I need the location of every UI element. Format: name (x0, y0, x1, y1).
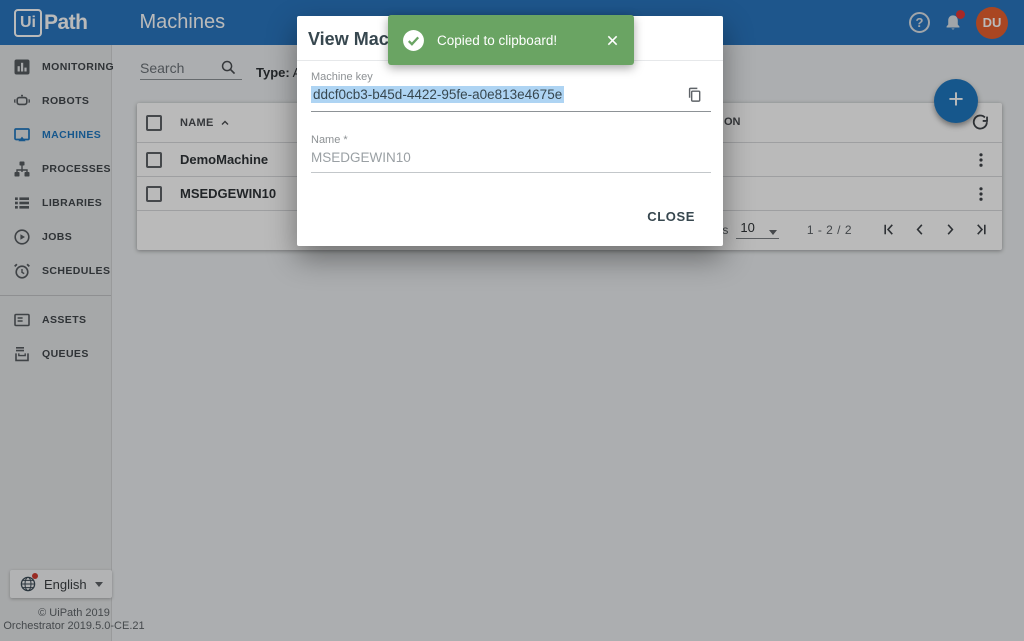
toast-notification: Copied to clipboard! (388, 15, 634, 65)
machine-key-value[interactable]: ddcf0cb3-b45d-4422-95fe-a0e813e4675e (311, 86, 565, 103)
close-button[interactable]: CLOSE (639, 203, 703, 230)
name-label: Name * (311, 134, 348, 146)
check-circle-icon (402, 29, 425, 52)
name-value: MSEDGEWIN10 (311, 150, 711, 173)
dialog-body: Machine key ddcf0cb3-b45d-4422-95fe-a0e8… (297, 61, 723, 173)
toast-message: Copied to clipboard! (437, 32, 558, 48)
close-icon[interactable] (605, 33, 620, 48)
machine-key-label: Machine key (311, 71, 373, 83)
dialog-actions: CLOSE (639, 203, 703, 230)
machine-key-field[interactable]: ddcf0cb3-b45d-4422-95fe-a0e813e4675e (311, 86, 711, 112)
copy-icon[interactable] (686, 86, 703, 103)
name-field: Name * MSEDGEWIN10 (311, 134, 711, 173)
